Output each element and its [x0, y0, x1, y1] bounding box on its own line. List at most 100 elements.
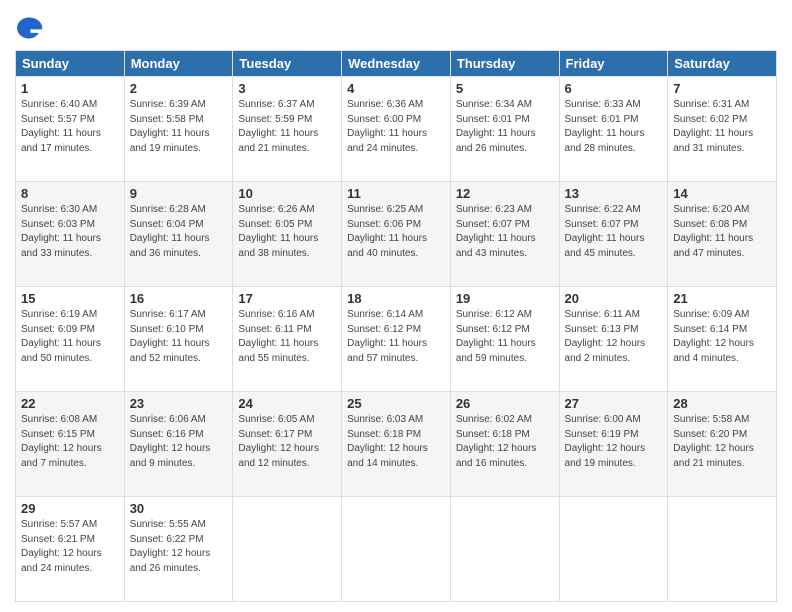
header — [15, 10, 777, 42]
day-number: 20 — [565, 291, 663, 306]
day-number: 18 — [347, 291, 445, 306]
calendar-cell: 2 Sunrise: 6:39 AMSunset: 5:58 PMDaylight… — [124, 77, 233, 182]
day-number: 15 — [21, 291, 119, 306]
day-number: 19 — [456, 291, 554, 306]
weekday-header-wednesday: Wednesday — [342, 51, 451, 77]
day-info: Sunrise: 6:28 AMSunset: 6:04 PMDaylight:… — [130, 203, 228, 261]
day-info: Sunrise: 6:26 AMSunset: 6:05 PMDaylight:… — [238, 203, 336, 261]
calendar-cell: 12Sunrise: 6:23 AMSunset: 6:07 PMDayligh… — [450, 182, 559, 287]
calendar-cell: 28Sunrise: 5:58 AMSunset: 6:20 PMDayligh… — [668, 392, 777, 497]
weekday-header-tuesday: Tuesday — [233, 51, 342, 77]
day-info: Sunrise: 6:17 AMSunset: 6:10 PMDaylight:… — [130, 308, 228, 366]
day-number: 10 — [238, 186, 336, 201]
day-number: 30 — [130, 501, 228, 516]
calendar-table: SundayMondayTuesdayWednesdayThursdayFrid… — [15, 50, 777, 602]
calendar-cell: 21 Sunrise: 6:09 AMSunset: 6:14 PMDayligh… — [668, 287, 777, 392]
day-number: 25 — [347, 396, 445, 411]
day-info: Sunrise: 6:09 AMSunset: 6:14 PMDaylight:… — [673, 308, 771, 366]
day-info: Sunrise: 5:57 AMSunset: 6:21 PMDaylight:… — [21, 518, 119, 576]
day-number: 28 — [673, 396, 771, 411]
day-number: 14 — [673, 186, 771, 201]
week-row-1: 1Sunrise: 6:40 AMSunset: 5:57 PMDaylight… — [16, 77, 777, 182]
day-number: 24 — [238, 396, 336, 411]
day-number: 29 — [21, 501, 119, 516]
calendar-cell: 26 Sunrise: 6:02 AMSunset: 6:18 PMDayligh… — [450, 392, 559, 497]
weekday-header-friday: Friday — [559, 51, 668, 77]
day-info: Sunrise: 6:30 AMSunset: 6:03 PMDaylight:… — [21, 203, 119, 261]
calendar-cell: 16 Sunrise: 6:17 AMSunset: 6:10 PMDayligh… — [124, 287, 233, 392]
day-number: 5 — [456, 81, 554, 96]
day-info: Sunrise: 6:31 AMSunset: 6:02 PMDaylight:… — [673, 98, 771, 156]
day-info: Sunrise: 6:37 AMSunset: 5:59 PMDaylight:… — [238, 98, 336, 156]
day-number: 23 — [130, 396, 228, 411]
calendar-cell: 22 Sunrise: 6:08 AMSunset: 6:15 PMDayligh… — [16, 392, 125, 497]
calendar-cell: 11Sunrise: 6:25 AMSunset: 6:06 PMDayligh… — [342, 182, 451, 287]
calendar-cell — [668, 497, 777, 602]
calendar-cell: 10 Sunrise: 6:26 AMSunset: 6:05 PMDayligh… — [233, 182, 342, 287]
day-info: Sunrise: 6:39 AMSunset: 5:58 PMDaylight:… — [130, 98, 228, 156]
calendar-cell: 5 Sunrise: 6:34 AMSunset: 6:01 PMDaylight… — [450, 77, 559, 182]
calendar-cell: 6 Sunrise: 6:33 AMSunset: 6:01 PMDaylight… — [559, 77, 668, 182]
calendar-cell: 25 Sunrise: 6:03 AMSunset: 6:18 PMDayligh… — [342, 392, 451, 497]
calendar-cell: 24 Sunrise: 6:05 AMSunset: 6:17 PMDayligh… — [233, 392, 342, 497]
day-number: 8 — [21, 186, 119, 201]
calendar-cell: 8 Sunrise: 6:30 AMSunset: 6:03 PMDaylight… — [16, 182, 125, 287]
calendar-cell: 3Sunrise: 6:37 AMSunset: 5:59 PMDaylight… — [233, 77, 342, 182]
calendar-cell — [450, 497, 559, 602]
day-number: 2 — [130, 81, 228, 96]
day-number: 26 — [456, 396, 554, 411]
day-info: Sunrise: 6:11 AMSunset: 6:13 PMDaylight:… — [565, 308, 663, 366]
logo-icon — [15, 14, 43, 42]
day-number: 12 — [456, 186, 554, 201]
weekday-header-monday: Monday — [124, 51, 233, 77]
day-info: Sunrise: 6:40 AMSunset: 5:57 PMDaylight:… — [21, 98, 119, 156]
weekday-header-thursday: Thursday — [450, 51, 559, 77]
day-info: Sunrise: 6:12 AMSunset: 6:12 PMDaylight:… — [456, 308, 554, 366]
day-number: 4 — [347, 81, 445, 96]
week-row-2: 8 Sunrise: 6:30 AMSunset: 6:03 PMDaylight… — [16, 182, 777, 287]
day-info: Sunrise: 6:22 AMSunset: 6:07 PMDaylight:… — [565, 203, 663, 261]
day-info: Sunrise: 6:14 AMSunset: 6:12 PMDaylight:… — [347, 308, 445, 366]
calendar-cell: 9 Sunrise: 6:28 AMSunset: 6:04 PMDaylight… — [124, 182, 233, 287]
day-number: 6 — [565, 81, 663, 96]
calendar-cell: 13 Sunrise: 6:22 AMSunset: 6:07 PMDayligh… — [559, 182, 668, 287]
day-number: 22 — [21, 396, 119, 411]
day-info: Sunrise: 5:55 AMSunset: 6:22 PMDaylight:… — [130, 518, 228, 576]
day-info: Sunrise: 6:05 AMSunset: 6:17 PMDaylight:… — [238, 413, 336, 471]
day-number: 7 — [673, 81, 771, 96]
calendar-cell: 23 Sunrise: 6:06 AMSunset: 6:16 PMDayligh… — [124, 392, 233, 497]
calendar-cell — [342, 497, 451, 602]
day-info: Sunrise: 6:36 AMSunset: 6:00 PMDaylight:… — [347, 98, 445, 156]
day-number: 17 — [238, 291, 336, 306]
day-number: 9 — [130, 186, 228, 201]
calendar-cell: 19 Sunrise: 6:12 AMSunset: 6:12 PMDayligh… — [450, 287, 559, 392]
day-info: Sunrise: 6:08 AMSunset: 6:15 PMDaylight:… — [21, 413, 119, 471]
day-number: 27 — [565, 396, 663, 411]
day-info: Sunrise: 6:33 AMSunset: 6:01 PMDaylight:… — [565, 98, 663, 156]
calendar-cell — [233, 497, 342, 602]
day-number: 21 — [673, 291, 771, 306]
calendar-cell: 15Sunrise: 6:19 AMSunset: 6:09 PMDayligh… — [16, 287, 125, 392]
calendar-cell: 20 Sunrise: 6:11 AMSunset: 6:13 PMDayligh… — [559, 287, 668, 392]
day-info: Sunrise: 6:03 AMSunset: 6:18 PMDaylight:… — [347, 413, 445, 471]
day-number: 16 — [130, 291, 228, 306]
day-info: Sunrise: 6:34 AMSunset: 6:01 PMDaylight:… — [456, 98, 554, 156]
calendar-cell: 29 Sunrise: 5:57 AMSunset: 6:21 PMDayligh… — [16, 497, 125, 602]
page: SundayMondayTuesdayWednesdayThursdayFrid… — [0, 0, 792, 612]
calendar-cell: 1Sunrise: 6:40 AMSunset: 5:57 PMDaylight… — [16, 77, 125, 182]
calendar-cell: 14 Sunrise: 6:20 AMSunset: 6:08 PMDayligh… — [668, 182, 777, 287]
calendar-cell: 7 Sunrise: 6:31 AMSunset: 6:02 PMDaylight… — [668, 77, 777, 182]
day-number: 13 — [565, 186, 663, 201]
day-info: Sunrise: 6:02 AMSunset: 6:18 PMDaylight:… — [456, 413, 554, 471]
calendar-cell: 18 Sunrise: 6:14 AMSunset: 6:12 PMDayligh… — [342, 287, 451, 392]
day-info: Sunrise: 6:25 AMSunset: 6:06 PMDaylight:… — [347, 203, 445, 261]
week-row-3: 15Sunrise: 6:19 AMSunset: 6:09 PMDayligh… — [16, 287, 777, 392]
day-info: Sunrise: 6:06 AMSunset: 6:16 PMDaylight:… — [130, 413, 228, 471]
logo — [15, 14, 47, 42]
weekday-header-sunday: Sunday — [16, 51, 125, 77]
weekday-header-row: SundayMondayTuesdayWednesdayThursdayFrid… — [16, 51, 777, 77]
day-info: Sunrise: 6:16 AMSunset: 6:11 PMDaylight:… — [238, 308, 336, 366]
calendar-cell: 4 Sunrise: 6:36 AMSunset: 6:00 PMDaylight… — [342, 77, 451, 182]
day-info: Sunrise: 6:20 AMSunset: 6:08 PMDaylight:… — [673, 203, 771, 261]
calendar-cell: 27Sunrise: 6:00 AMSunset: 6:19 PMDayligh… — [559, 392, 668, 497]
